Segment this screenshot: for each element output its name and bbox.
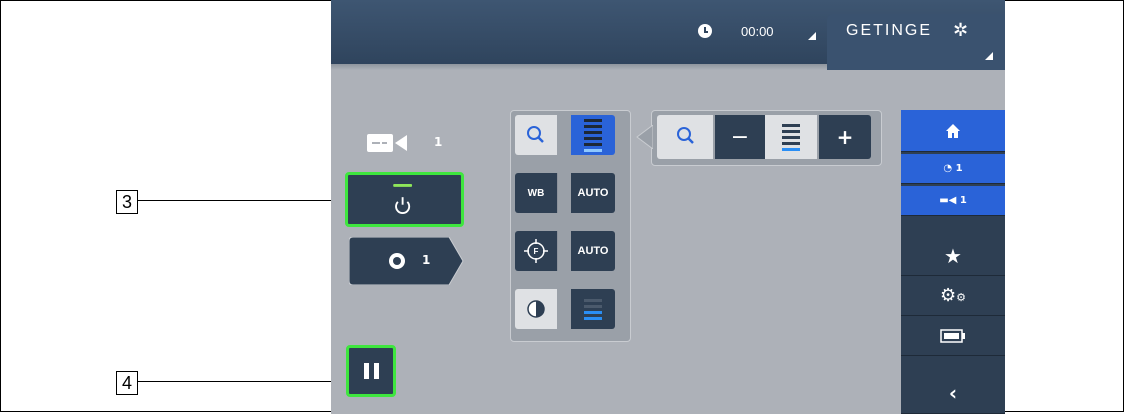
zoom-level-bars-icon (584, 118, 602, 152)
settings-button[interactable]: ⚙⚙ (901, 276, 1005, 316)
callout-3-leader (138, 200, 348, 201)
focus-icon: F (524, 239, 548, 263)
contrast-level-bars-icon (584, 298, 602, 320)
contrast-icon (527, 300, 545, 318)
clock-icon (698, 24, 712, 38)
timer-dropdown-icon[interactable] (808, 32, 816, 40)
svg-text:F: F (534, 247, 539, 256)
wb-label: WB (527, 187, 545, 199)
brand-logo: GETINGE (846, 22, 933, 39)
battery-icon (940, 328, 965, 343)
zoom-magnifier-button[interactable] (657, 115, 713, 159)
zoom-bars-icon (782, 123, 800, 151)
back-button[interactable]: ‹ (901, 372, 1005, 414)
sidebar: ◔ 1 ▬◀ 1 ★ ⚙⚙ ‹ (901, 110, 1005, 414)
power-icon (393, 183, 413, 214)
sidebar-camera-1[interactable]: ▬◀ 1 (901, 186, 1005, 216)
sidebar-light-label: 1 (955, 163, 963, 174)
zoom-row-button[interactable] (515, 115, 557, 155)
pause-button[interactable] (346, 345, 396, 397)
wb-auto-value[interactable]: AUTO (571, 173, 615, 213)
gears-icon: ⚙⚙ (939, 285, 966, 306)
favorites-button[interactable]: ★ (901, 236, 1005, 276)
timer-display: 00:00 (741, 24, 774, 39)
panel-pointer-icon (636, 125, 653, 149)
sidebar-camera-label: 1 (959, 195, 967, 206)
zoom-out-button[interactable]: − (715, 115, 765, 159)
zoom-level-display (765, 115, 817, 159)
control-screen: 00:00 GETINGE ✲ 1 1 WB AUTO F AUTO − + ◔… (331, 0, 1005, 414)
menu-corner-icon[interactable] (985, 52, 993, 60)
contrast-level-indicator[interactable] (571, 289, 615, 329)
zoom-level-indicator[interactable] (571, 115, 615, 155)
callout-4: 4 (116, 371, 138, 395)
getinge-logo-icon: ✲ (953, 20, 969, 41)
callout-3: 3 (116, 190, 138, 214)
zoom-in-button[interactable]: + (819, 115, 871, 159)
pause-icon (363, 363, 379, 379)
white-balance-button[interactable]: WB (515, 173, 558, 213)
home-button[interactable] (901, 110, 1005, 152)
star-icon: ★ (944, 243, 962, 268)
camera-icon (367, 134, 407, 152)
light-number: 1 (422, 253, 431, 267)
light-selector-tab[interactable]: 1 (348, 236, 467, 289)
callout-4-leader (138, 381, 348, 382)
magnifier-icon (677, 127, 694, 144)
home-icon (946, 123, 960, 138)
camera-power-button[interactable] (345, 172, 464, 227)
focus-button[interactable]: F (515, 231, 558, 271)
focus-auto-value[interactable]: AUTO (571, 231, 615, 271)
battery-button[interactable] (901, 316, 1005, 356)
contrast-button[interactable] (515, 289, 557, 329)
magnifier-icon (527, 126, 544, 143)
light-small-icon: ◔ (943, 163, 956, 174)
camera-number: 1 (434, 135, 443, 149)
camera-small-icon: ▬◀ (939, 195, 960, 206)
chevron-left-icon: ‹ (948, 380, 958, 405)
sidebar-light-1[interactable]: ◔ 1 (901, 154, 1005, 184)
